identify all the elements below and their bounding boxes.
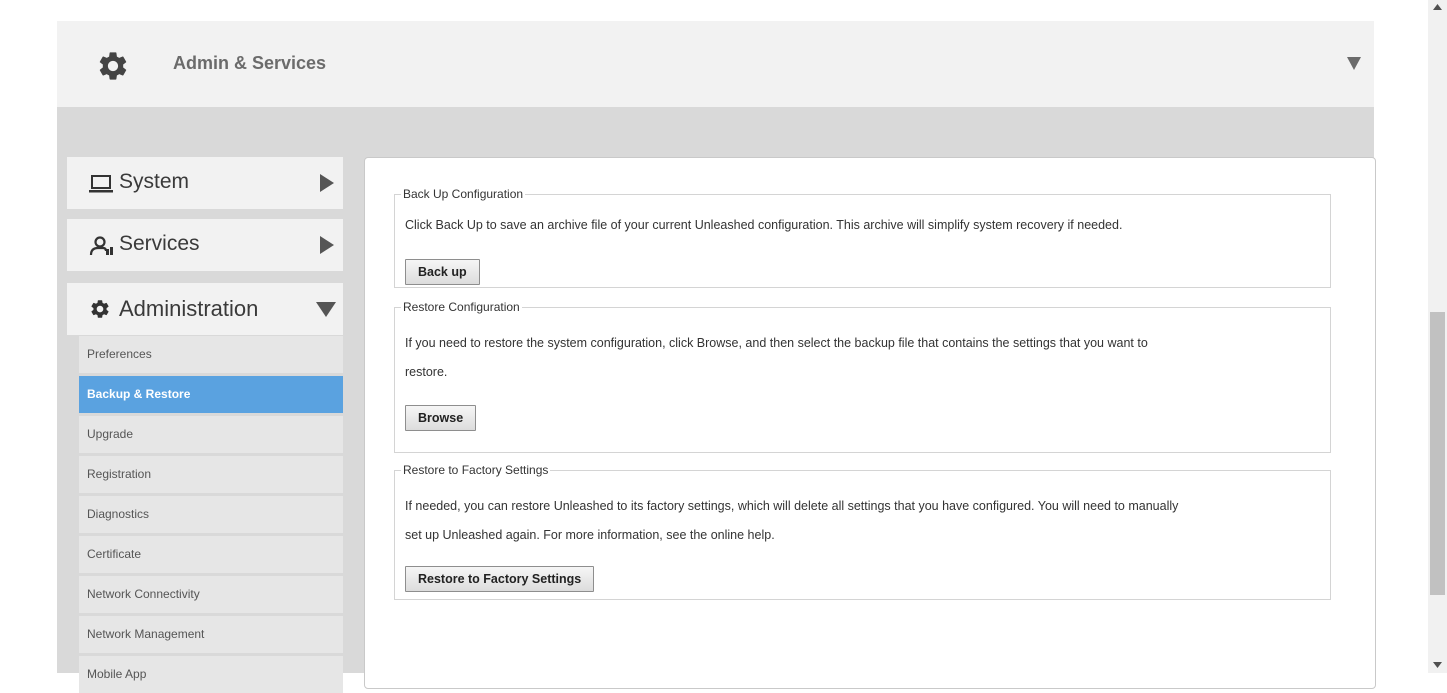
sidebar-category-label: System [119,170,190,193]
factory-description-line2: set up Unleashed again. For more informa… [405,528,775,542]
scrollbar[interactable] [1428,0,1447,673]
section-legend: Restore to Factory Settings [403,463,549,477]
sidebar-item-preferences[interactable]: Preferences [79,336,343,373]
sidebar-category-label: Administration [119,296,259,321]
section-legend: Back Up Configuration [403,187,524,201]
sidebar-category-services[interactable]: Services [67,219,343,271]
restore-configuration-section: Restore Configuration If you need to res… [394,300,1331,453]
factory-description-line1: If needed, you can restore Unleashed to … [405,499,1179,513]
chevron-right-icon [320,174,334,192]
gear-icon [99,52,127,80]
chevron-down-icon [316,302,336,317]
sidebar-category-system[interactable]: System [67,157,343,209]
section-legend: Restore Configuration [403,300,520,314]
scroll-down-icon[interactable] [1433,662,1442,668]
restore-description-line2: restore. [405,365,448,379]
sidebar-item-label: Diagnostics [87,507,150,521]
backup-description: Click Back Up to save an archive file of… [405,218,1123,232]
sidebar-item-registration[interactable]: Registration [79,456,343,493]
services-icon [89,236,113,256]
scrollbar-thumb[interactable] [1430,312,1445,595]
sidebar-item-label: Backup & Restore [87,387,191,401]
sidebar-item-backup-restore[interactable]: Backup & Restore [79,376,343,413]
chevron-right-icon [320,236,334,254]
sidebar-item-mobile-app[interactable]: Mobile App [79,656,343,693]
panel-header[interactable]: Admin & Services [57,21,1374,107]
gear-icon [91,300,109,318]
sidebar-item-certificate[interactable]: Certificate [79,536,343,573]
sidebar-item-diagnostics[interactable]: Diagnostics [79,496,343,533]
sidebar-item-label: Registration [87,467,152,481]
sidebar-item-network-management[interactable]: Network Management [79,616,343,653]
sidebar-item-label: Network Connectivity [87,587,200,601]
content-panel: Back Up Configuration Click Back Up to s… [364,157,1376,689]
sidebar-item-label: Mobile App [87,667,147,681]
sidebar-category-label: Services [119,232,200,255]
browse-button[interactable]: Browse [405,405,477,431]
sidebar-item-label: Network Management [87,627,205,641]
backup-configuration-section: Back Up Configuration Click Back Up to s… [394,187,1331,288]
sidebar-item-upgrade[interactable]: Upgrade [79,416,343,453]
sidebar-item-network-connectivity[interactable]: Network Connectivity [79,576,343,613]
sidebar-item-label: Upgrade [87,427,134,441]
back-up-button[interactable]: Back up [405,259,480,285]
chevron-down-icon[interactable] [1346,55,1362,71]
restore-description-line1: If you need to restore the system config… [405,336,1148,350]
monitor-icon [89,175,113,193]
factory-settings-section: Restore to Factory Settings If needed, y… [394,463,1331,600]
admin-services-panel: Admin & Services System Services Adminis… [57,21,1376,693]
sidebar-category-administration[interactable]: Administration [67,283,343,335]
panel-title: Admin & Services [173,53,327,73]
scroll-up-icon[interactable] [1433,4,1442,10]
sidebar-item-label: Preferences [87,347,152,361]
restore-factory-settings-button[interactable]: Restore to Factory Settings [405,566,595,592]
sidebar-item-label: Certificate [87,547,142,561]
